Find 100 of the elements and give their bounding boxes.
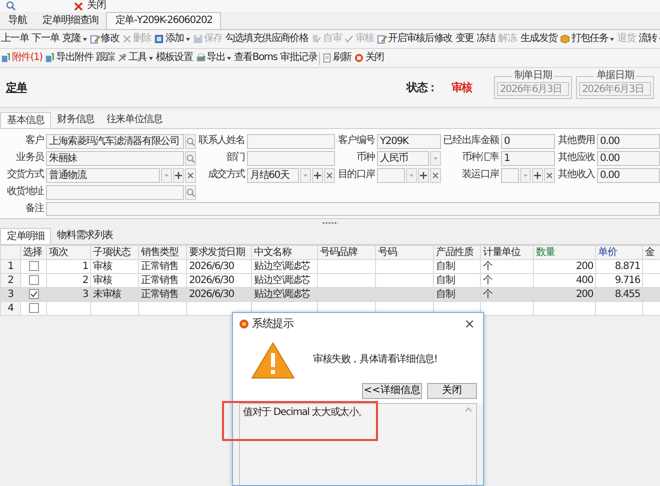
toolbar-button[interactable]: 打包任务 [559, 31, 616, 47]
field-label: 其他收入 [557, 168, 595, 182]
field-label: 其他费用 [557, 134, 595, 148]
input-field[interactable] [247, 151, 335, 166]
toolbar-button[interactable]: 导出 [194, 50, 232, 66]
add-icon [533, 171, 542, 180]
input-field[interactable] [247, 134, 335, 149]
toolbar-button[interactable]: 工具 [116, 50, 154, 66]
toolbar-button[interactable]: 流转 [638, 31, 660, 47]
input-field[interactable] [46, 185, 184, 200]
table-cell: 200 [534, 260, 596, 274]
table-cell: 正常销售 [138, 260, 186, 274]
dialog-button[interactable]: 关闭 [427, 383, 477, 399]
toolbar-button[interactable]: 查看Boms [233, 50, 278, 66]
row-number[interactable]: 1 [0, 260, 20, 274]
field-label: 业务员 [15, 151, 44, 165]
column-header[interactable]: 单价 [596, 246, 642, 260]
field-label: 联系人姓名 [198, 134, 245, 148]
toolbar-button[interactable]: 修改 [88, 31, 120, 47]
clear-icon [545, 171, 554, 180]
tab[interactable]: 定单明细查询 [34, 12, 106, 29]
row-number[interactable]: 3 [0, 288, 20, 302]
input-field[interactable]: 0.00 [597, 134, 660, 149]
column-header[interactable]: 数量 [534, 246, 596, 260]
tab[interactable]: 财务信息 [51, 112, 100, 128]
input-field[interactable]: 朱丽妹 [46, 151, 184, 166]
attachment-icon [45, 53, 56, 63]
toolbar-button[interactable]: 变更 [454, 31, 475, 47]
input-field[interactable] [377, 168, 405, 183]
toolbar-button[interactable]: 审批记录 [279, 50, 318, 66]
field-label: 已经出库金额 [443, 134, 499, 148]
column-header[interactable]: 选择 [20, 246, 46, 260]
clear-icon [186, 171, 195, 180]
checkbox[interactable] [28, 274, 38, 285]
row-number[interactable]: 2 [0, 274, 20, 288]
dialog-button[interactable]: <<详细信息 [362, 383, 422, 399]
status-label: 状态： [406, 80, 438, 94]
toolbar-button[interactable]: 生成发货 [520, 31, 558, 47]
input-field[interactable]: 0.00 [597, 168, 660, 183]
tab[interactable]: 导航 [0, 12, 35, 29]
column-header[interactable]: 计量单位 [480, 246, 534, 260]
tab[interactable]: 基本信息 [0, 112, 52, 128]
column-header[interactable]: 销售类型 [138, 246, 186, 260]
add-icon [154, 34, 164, 44]
field-label: 币种汇率 [460, 151, 499, 165]
toolbar-button[interactable]: 关闭 [353, 50, 385, 66]
toolbar-button[interactable]: 勾选填充供应商价格 [224, 31, 310, 47]
field-label: 收货地址 [6, 185, 44, 199]
tab[interactable]: 物料需求列表 [51, 228, 120, 244]
tab[interactable]: 往来单位信息 [100, 112, 168, 128]
column-header[interactable]: 要求发货日期 [186, 246, 252, 260]
toolbar-button[interactable]: 附件(1) [0, 50, 44, 66]
input-field[interactable]: 普通物流 [46, 168, 160, 183]
input-field[interactable]: 0 [501, 134, 555, 149]
date-legend: 单据日期 [594, 70, 636, 82]
clear-icon [325, 171, 334, 180]
input-field[interactable] [501, 168, 519, 183]
toolbar-button[interactable]: 导出附件 [44, 50, 94, 66]
refresh-icon [322, 53, 332, 63]
checkbox[interactable] [28, 302, 38, 313]
input-field[interactable]: 0.00 [597, 151, 660, 166]
toolbar-button[interactable]: 下一单 [30, 31, 60, 47]
toolbar-button[interactable]: 克隆 [61, 31, 88, 47]
checkbox[interactable] [28, 288, 38, 299]
column-header[interactable]: 号码品牌 [318, 246, 376, 260]
table-cell: 2026/6/30 [186, 288, 252, 302]
toolbar-button[interactable]: 上一单 [0, 31, 30, 47]
field-label: 其他应收 [557, 151, 595, 165]
toolbar-button[interactable]: 刷新 [320, 50, 352, 66]
toolbar-button[interactable]: 添加 [153, 31, 191, 47]
column-header[interactable]: 号码 [376, 246, 434, 260]
field-label: 客户 [24, 134, 44, 148]
close-icon [354, 53, 364, 63]
clear-icon [431, 171, 440, 180]
toolbar-button[interactable]: 跟踪 [94, 50, 116, 66]
delete-icon [122, 34, 132, 44]
checkbox[interactable] [28, 260, 38, 271]
field-label: 交货方式 [6, 168, 44, 182]
close-button[interactable]: × [462, 318, 477, 330]
toolbar-button[interactable]: 开启审核后修改 [376, 31, 454, 47]
details-box[interactable]: 值对于 Decimal 太大或太小。 [239, 403, 477, 485]
input-field[interactable]: 月结60天 [247, 168, 299, 183]
table-cell: 1 [46, 260, 90, 274]
input-field[interactable]: 1 [501, 151, 555, 166]
column-header[interactable]: 子项状态 [90, 246, 138, 260]
input-field[interactable]: 上海索菱玛汽车滤清器有限公司 [46, 134, 184, 149]
tab[interactable]: 定单-Y209K-26060202 [106, 12, 222, 29]
review-icon [312, 34, 322, 44]
add-icon [174, 171, 183, 180]
column-header[interactable]: 项次 [46, 246, 90, 260]
input-field[interactable]: Y209K [377, 134, 441, 149]
toolbar-button[interactable]: 模板设置 [154, 50, 194, 66]
row-number[interactable]: 4 [0, 302, 20, 316]
tab[interactable]: 定单明细 [0, 228, 52, 244]
input-field[interactable]: 人民币 [377, 151, 429, 166]
memo-field[interactable] [46, 202, 660, 216]
table-cell: 8.455 [596, 288, 642, 302]
attachment-icon [1, 53, 11, 63]
toolbar-button[interactable]: 冻结 [476, 31, 496, 47]
column-header[interactable]: 金 [642, 246, 660, 260]
